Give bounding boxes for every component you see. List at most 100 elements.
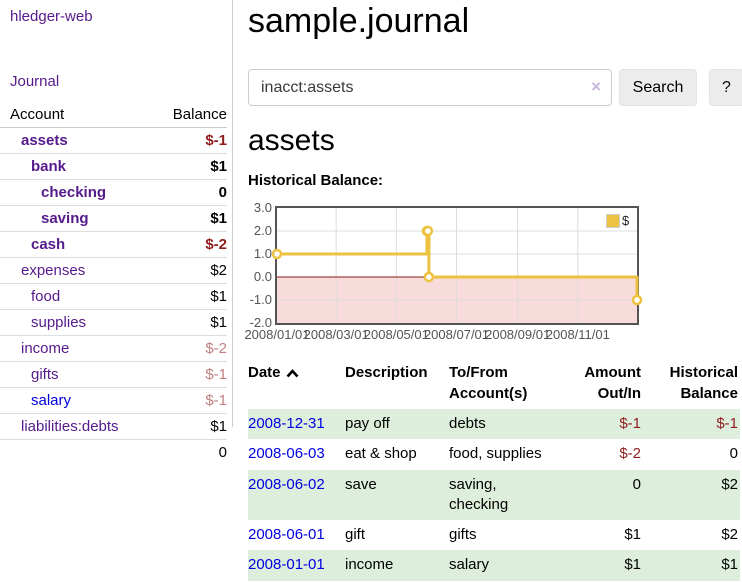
search-form: × Search ? — [248, 69, 742, 106]
register-row: 2008-12-31pay offdebts$-1$-1 — [248, 409, 740, 439]
y-tick-label: 2.0 — [242, 223, 272, 239]
account-row: cash $-2 — [0, 232, 227, 258]
account-balance: $1 — [156, 414, 227, 440]
transaction-date-link[interactable]: 2008-06-02 — [248, 476, 325, 493]
account-row: food $1 — [0, 284, 227, 310]
balance-column-header: Balance — [156, 102, 227, 128]
chart-legend: $ — [606, 213, 629, 228]
amount-column-header: Amount Out/In — [561, 359, 643, 409]
accounts-cell: food, supplies — [449, 439, 561, 469]
app-title-link[interactable]: hledger-web — [10, 8, 93, 25]
description-cell: eat & shop — [345, 439, 449, 469]
account-link-supplies[interactable]: supplies — [31, 314, 86, 331]
account-link-food[interactable]: food — [31, 288, 60, 305]
amount-cell: $-2 — [561, 439, 643, 469]
account-link-salary[interactable]: salary — [31, 392, 71, 409]
amount-cell: $1 — [561, 520, 643, 550]
register-row: 2008-06-01 giftgifts$1$2 — [248, 520, 740, 550]
transaction-date-link[interactable]: 2008-06-01 — [248, 526, 325, 543]
description-cell: pay off — [345, 409, 449, 439]
accounts-cell: saving, checking — [449, 470, 561, 521]
account-balance: $-1 — [156, 128, 227, 154]
clear-search-icon[interactable]: × — [591, 78, 601, 96]
x-tick-label: 2008/11/01 — [543, 327, 613, 342]
account-row: salary $-1 — [0, 388, 227, 414]
account-row: checking 0 — [0, 180, 227, 206]
account-link-bank[interactable]: bank — [31, 158, 66, 175]
balance-cell: 0 — [643, 439, 740, 469]
description-column-header: Description — [345, 359, 449, 409]
search-button[interactable]: Search — [619, 69, 697, 106]
account-row: assets $-1 — [0, 128, 227, 154]
account-balance: $-2 — [156, 232, 227, 258]
historical-balance-chart: 3.02.01.00.0-1.0-2.0 2008/01/012008/03/0… — [248, 200, 742, 346]
hledger-web-page: { "app": { "title": "hledger-web", "nav_… — [0, 0, 742, 582]
account-link-assets[interactable]: assets — [21, 132, 68, 149]
transaction-date-link[interactable]: 2008-06-03 — [248, 445, 325, 462]
account-row: bank $1 — [0, 154, 227, 180]
register-row: 2008-06-03 eat & shopfood, supplies$-20 — [248, 439, 740, 469]
account-column-header: Account — [0, 102, 156, 128]
account-row: expenses$2 — [0, 258, 227, 284]
account-balance-table: Account Balance assets $-1 bank $1 checking 0… — [0, 102, 227, 465]
y-tick-label: -1.0 — [242, 292, 272, 308]
account-table-header: Account Balance — [0, 102, 227, 128]
date-cell: 2008-12-31 — [248, 409, 345, 439]
account-link-checking[interactable]: checking — [41, 184, 106, 201]
account-balance: $-1 — [156, 362, 227, 388]
account-link-income[interactable]: income — [21, 340, 69, 357]
account-row: saving$1 — [0, 206, 227, 232]
transaction-date-link[interactable]: 2008-12-31 — [248, 415, 325, 432]
account-row: liabilities:debts $1 — [0, 414, 227, 440]
chart-title: Historical Balance: — [248, 172, 383, 189]
account-row: income$-2 — [0, 336, 227, 362]
account-link-cash[interactable]: cash — [31, 236, 65, 253]
account-heading: assets — [248, 124, 335, 158]
y-tick-label: 3.0 — [242, 200, 272, 216]
search-input[interactable] — [248, 69, 612, 106]
description-cell: gift — [345, 520, 449, 550]
y-tick-label: 1.0 — [242, 246, 272, 262]
account-balance: $1 — [156, 154, 227, 180]
accounts-cell: salary — [449, 550, 561, 580]
date-column-header[interactable]: Date — [248, 359, 345, 409]
account-balance: 0 — [156, 180, 227, 206]
balance-cell: $2 — [643, 520, 740, 550]
date-cell: 2008-01-01 — [248, 550, 345, 580]
account-table-body: assets$-1bank$1checking0saving$1cash$-2e… — [0, 128, 227, 440]
account-row: gifts $-1 — [0, 362, 227, 388]
account-column-header-main: To/From Account(s) — [449, 359, 561, 409]
amount-cell: 0 — [561, 470, 643, 521]
register-header-row: Date Description To/From Account(s) Amou… — [248, 359, 740, 409]
description-cell: save — [345, 470, 449, 521]
spacer-cell — [0, 440, 156, 466]
account-link-expenses[interactable]: expenses — [21, 262, 85, 279]
register-row: 2008-06-02 savesaving, checking0$2 — [248, 470, 740, 521]
legend-swatch-icon — [606, 214, 620, 228]
register-table-body: 2008-12-31pay offdebts$-1$-12008-06-03ea… — [248, 409, 740, 581]
balance-cell: $-1 — [643, 409, 740, 439]
legend-label: $ — [622, 213, 629, 228]
account-row: supplies$1 — [0, 310, 227, 336]
account-link-liabilities-debts[interactable]: liabilities:debts — [21, 418, 119, 435]
amount-cell: $1 — [561, 550, 643, 580]
help-button[interactable]: ? — [709, 69, 742, 106]
total-balance: 0 — [156, 440, 227, 466]
sort-ascending-icon — [286, 369, 299, 378]
date-header-label: Date — [248, 364, 281, 381]
account-total-row: 0 — [0, 440, 227, 466]
account-balance: $-1 — [156, 388, 227, 414]
date-cell: 2008-06-02 — [248, 470, 345, 521]
sidebar-divider — [232, 0, 233, 427]
account-balance: $1 — [156, 284, 227, 310]
accounts-cell: gifts — [449, 520, 561, 550]
nav-journal-link[interactable]: Journal — [10, 73, 59, 90]
page-title: sample.journal — [248, 2, 469, 41]
register-table: Date Description To/From Account(s) Amou… — [248, 359, 740, 581]
transaction-date-link[interactable]: 2008-01-01 — [248, 556, 325, 573]
balance-cell: $2 — [643, 470, 740, 521]
date-cell: 2008-06-01 — [248, 520, 345, 550]
account-link-saving[interactable]: saving — [41, 210, 89, 227]
balance-column-header-main: Historical Balance — [643, 359, 740, 409]
account-link-gifts[interactable]: gifts — [31, 366, 59, 383]
